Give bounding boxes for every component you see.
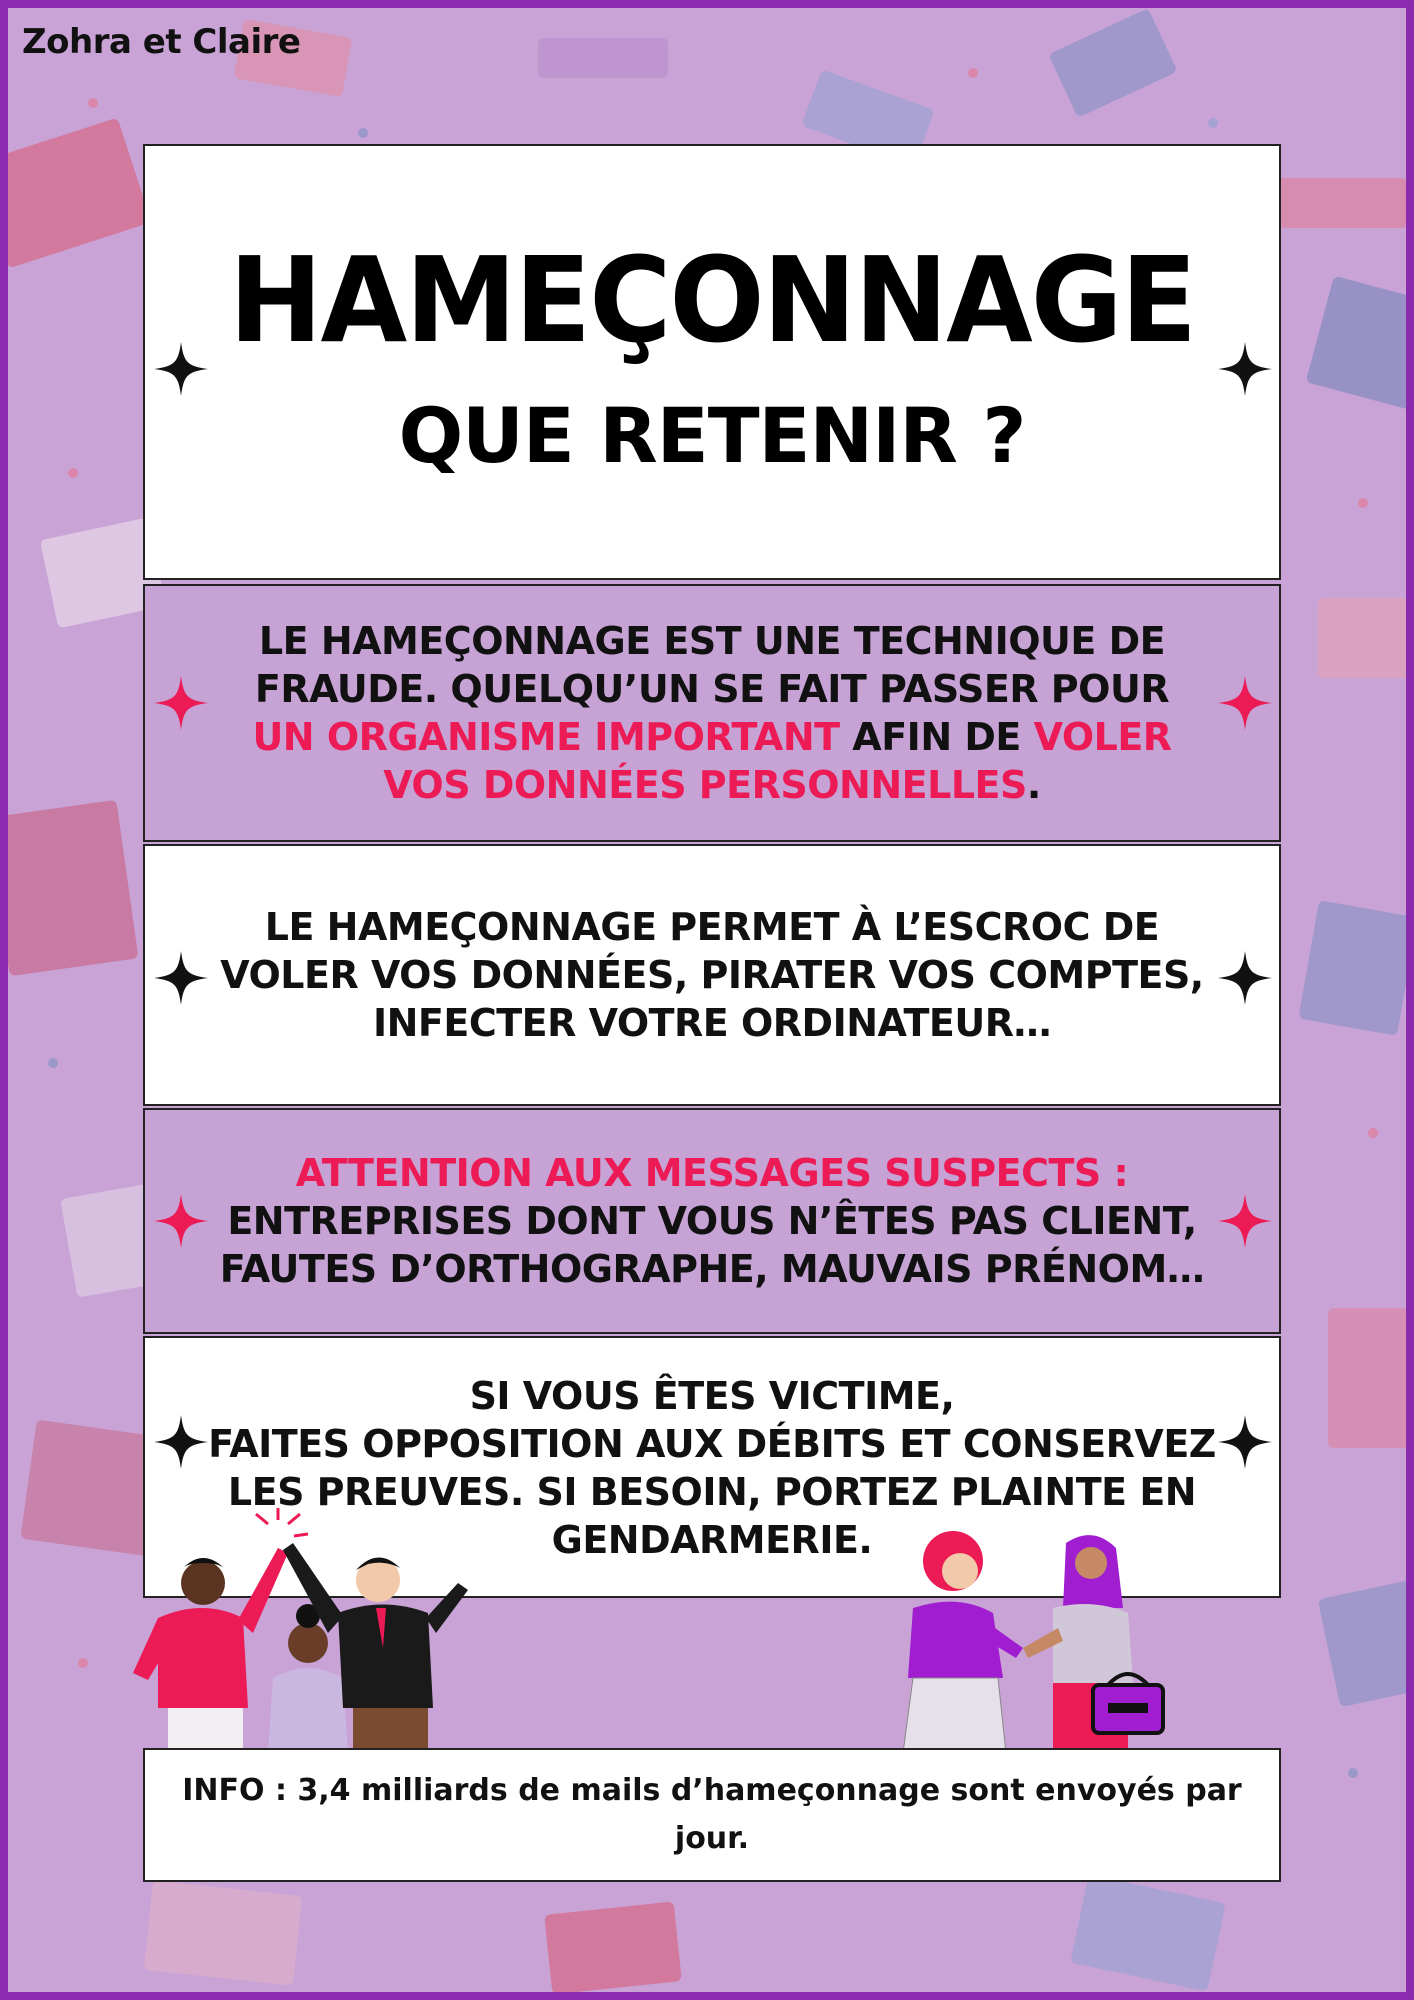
risks-text: LE HAMEÇONNAGE PERMET À L’ESCROC DE VOLE… [220,905,1204,1045]
risks-panel: LE HAMEÇONNAGE PERMET À L’ESCROC DE VOLE… [143,844,1281,1106]
sparkle-star-icon [1218,951,1272,1005]
sparkle-star-icon [1218,1194,1272,1248]
page-subtitle: QUE RETENIR ? [398,390,1027,480]
warning-text: ENTREPRISES DONT VOUS N’ÊTES PAS CLIENT,… [219,1199,1205,1291]
handshake-women-illustration [888,1513,1188,1754]
sparkle-star-icon [154,1415,208,1469]
sparkle-star-icon [1218,1415,1272,1469]
definition-text: LE HAMEÇONNAGE EST UNE TECHNIQUE DE FRAU… [242,617,1182,809]
title-panel: HAMEÇONNAGE QUE RETENIR ? [143,144,1281,580]
info-panel: INFO : 3,4 milliards de mails d’hameçonn… [143,1748,1281,1882]
celebrating-people-illustration [128,1508,488,1753]
sparkle-star-icon [154,342,208,396]
sparkle-star-icon [154,1194,208,1248]
sparkle-star-icon [1218,342,1272,396]
author-credit: Zohra et Claire [22,22,301,62]
definition-panel: LE HAMEÇONNAGE EST UNE TECHNIQUE DE FRAU… [143,584,1281,842]
warning-heading: ATTENTION AUX MESSAGES SUSPECTS : [295,1151,1129,1195]
warning-content: ATTENTION AUX MESSAGES SUSPECTS : ENTREP… [207,1149,1217,1293]
sparkle-star-icon [1218,676,1272,730]
info-text: INFO : 3,4 milliards de mails d’hameçonn… [182,1773,1242,1856]
page-title: HAMEÇONNAGE [228,232,1197,369]
poster: Zohra et Claire HAMEÇONNAGE QUE RETENIR … [0,0,1414,2000]
definition-text-part: AFIN DE [839,715,1034,759]
sparkle-star-icon [154,951,208,1005]
definition-text-part: . [1026,763,1041,807]
sparkle-star-icon [154,676,208,730]
victim-advice-heading: SI VOUS ÊTES VICTIME, [469,1374,955,1418]
definition-text-part: LE HAMEÇONNAGE EST UNE TECHNIQUE DE FRAU… [254,619,1170,711]
warning-panel: ATTENTION AUX MESSAGES SUSPECTS : ENTREP… [143,1108,1281,1334]
definition-highlight: UN ORGANISME IMPORTANT [252,715,840,759]
